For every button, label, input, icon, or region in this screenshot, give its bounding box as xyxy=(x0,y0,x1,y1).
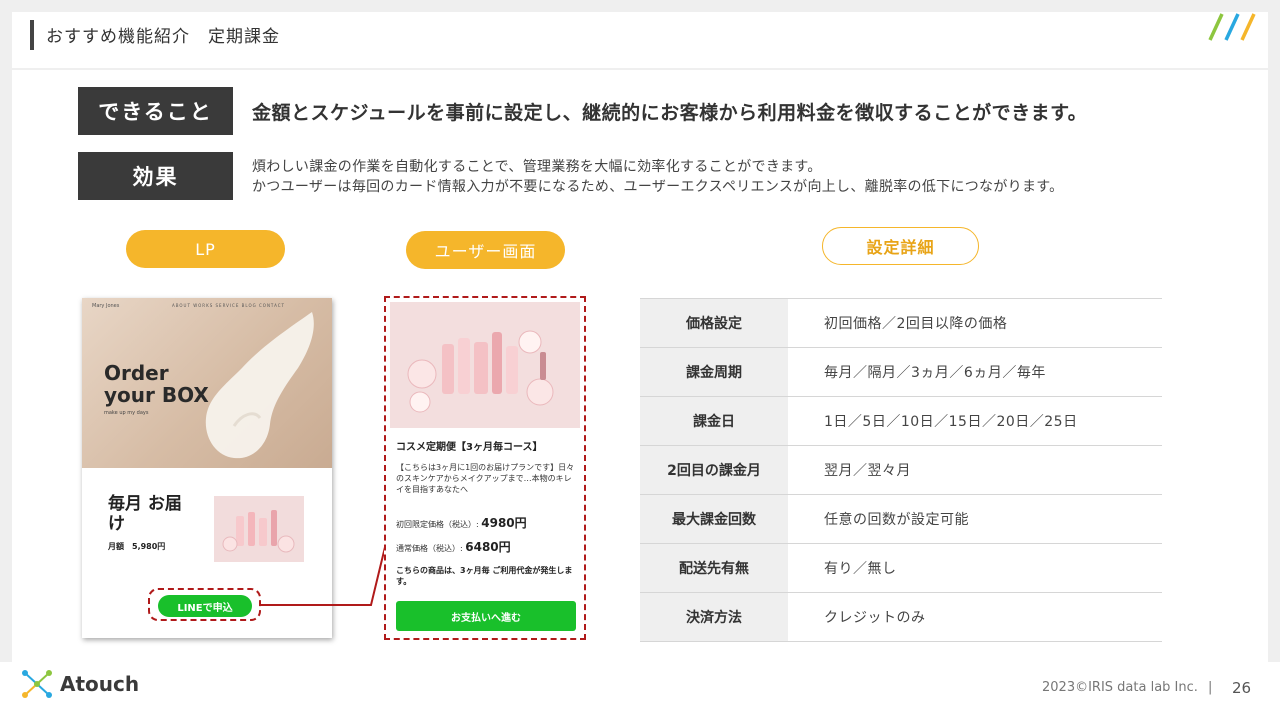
regular-price-row: 通常価格（税込）: 6480円 xyxy=(396,538,511,555)
cosmetics-set-icon xyxy=(407,330,554,413)
effect-line-2: かつユーザーは毎回のカード情報入力が不要になるため、ユーザーエクスペリエンスが向… xyxy=(252,179,1064,195)
setting-key: 配送先有無 xyxy=(640,543,788,593)
lp-hero-title: Order your BOX xyxy=(104,361,209,407)
proceed-payment-button[interactable]: お支払いへ進む xyxy=(396,601,576,631)
table-row: 決済方法 クレジットのみ xyxy=(640,592,1162,642)
brand-stripes-icon xyxy=(1208,13,1256,41)
page-title: おすすめ機能紹介 定期課金 xyxy=(46,27,280,47)
copyright: 2023©IRIS data lab Inc. xyxy=(1042,680,1198,695)
lp-brand-name: Mary Jones xyxy=(92,303,120,309)
table-row: 課金周期 毎月／隔月／3ヵ月／6ヵ月／毎年 xyxy=(640,347,1162,397)
setting-key: 課金周期 xyxy=(640,347,788,397)
lp-monthly-heading: 毎月 お届け xyxy=(108,494,182,534)
first-price-value: 4980円 xyxy=(481,516,527,530)
line-button-highlight xyxy=(148,588,261,621)
atouch-logo-text: Atouch xyxy=(60,672,140,696)
header-accent-bar xyxy=(30,20,34,50)
connector-line xyxy=(261,542,387,606)
table-row: 2回目の課金月 翌月／翌々月 xyxy=(640,445,1162,495)
lp-pill: LP xyxy=(126,230,285,268)
table-row: 最大課金回数 任意の回数が設定可能 xyxy=(640,494,1162,544)
regular-price-value: 6480円 xyxy=(465,540,511,554)
first-price-label: 初回限定価格（税込）: xyxy=(396,520,482,529)
can-label: できること xyxy=(78,87,233,135)
lp-nav-links: ABOUT WORKS SERVICE BLOG CONTACT xyxy=(172,303,285,308)
setting-key: 2回目の課金月 xyxy=(640,445,788,495)
effect-label: 効果 xyxy=(78,152,233,200)
setting-value: クレジットのみ xyxy=(788,592,1162,642)
setting-value: 初回価格／2回目以降の価格 xyxy=(788,298,1162,348)
atouch-logo-icon xyxy=(22,670,52,698)
setting-key: 決済方法 xyxy=(640,592,788,642)
setting-key: 最大課金回数 xyxy=(640,494,788,544)
table-row: 価格設定 初回価格／2回目以降の価格 xyxy=(640,298,1162,348)
setting-value: 翌月／翌々月 xyxy=(788,445,1162,495)
lp-hero-subtitle: make up my days xyxy=(104,410,149,416)
setting-value: 1日／5日／10日／15日／20日／25日 xyxy=(788,396,1162,446)
user-screen-pill: ユーザー画面 xyxy=(406,231,565,269)
settings-table: 価格設定 初回価格／2回目以降の価格 課金周期 毎月／隔月／3ヵ月／6ヵ月／毎年 課… xyxy=(640,298,1162,642)
product-title: コスメ定期便【3ヶ月毎コース】 xyxy=(396,442,543,453)
page-number: 26 xyxy=(1232,679,1252,697)
setting-value: 有り／無し xyxy=(788,543,1162,593)
setting-value: 毎月／隔月／3ヵ月／6ヵ月／毎年 xyxy=(788,347,1162,397)
first-price-row: 初回限定価格（税込）: 4980円 xyxy=(396,514,527,531)
setting-value: 任意の回数が設定可能 xyxy=(788,494,1162,544)
setting-key: 課金日 xyxy=(640,396,788,446)
setting-key: 価格設定 xyxy=(640,298,788,348)
lp-price: 月額 5,980円 xyxy=(108,542,166,551)
effect-line-1: 煩わしい課金の作業を自動化することで、管理業務を大幅に効率化することができます。 xyxy=(252,159,822,175)
lp-hero-image: Mary Jones ABOUT WORKS SERVICE BLOG CONT… xyxy=(82,298,332,468)
product-description: 【こちらは3ヶ月に1回のお届けプランです】日々のスキンケアからメイクアップまで…… xyxy=(396,463,575,494)
table-row: 配送先有無 有り／無し xyxy=(640,543,1162,593)
user-product-image xyxy=(390,302,580,428)
billing-note: こちらの商品は、3ヶ月毎 ご利用代金が発生します。 xyxy=(396,566,573,586)
table-row: 課金日 1日／5日／10日／15日／20日／25日 xyxy=(640,396,1162,446)
settings-detail-pill: 設定詳細 xyxy=(822,227,979,265)
user-screen-mockup: コスメ定期便【3ヶ月毎コース】 【こちらは3ヶ月に1回のお届けプランです】日々の… xyxy=(384,296,586,640)
regular-price-label: 通常価格（税込）: xyxy=(396,544,466,553)
footer-separator: | xyxy=(1208,680,1213,695)
can-description: 金額とスケジュールを事前に設定し、継続的にお客様から利用料金を徴収することができ… xyxy=(252,102,1088,124)
